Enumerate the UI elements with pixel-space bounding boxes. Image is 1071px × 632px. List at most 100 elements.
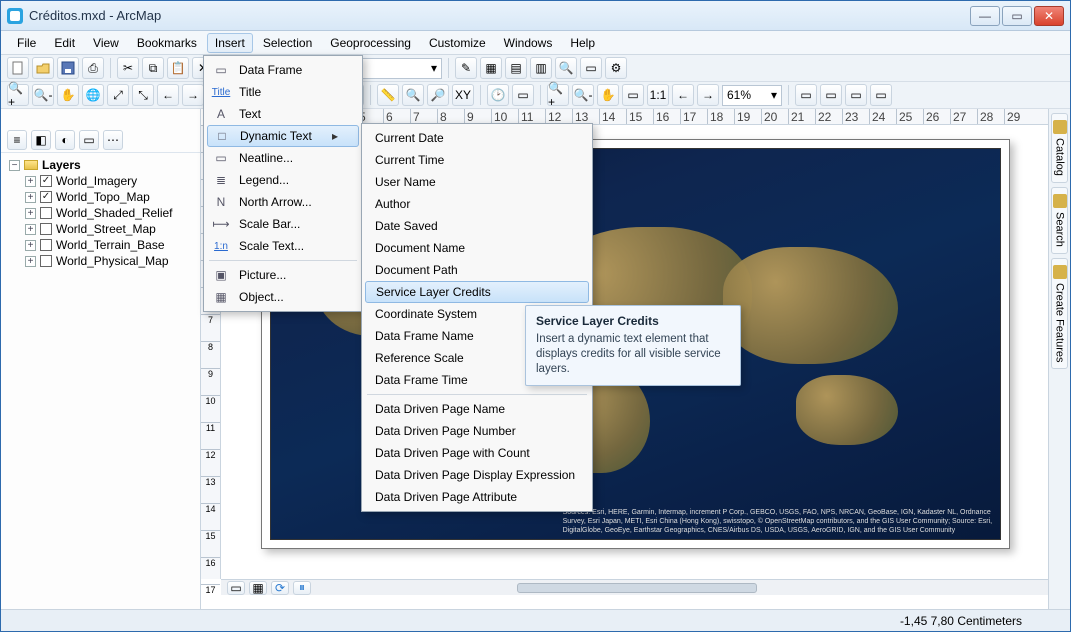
full-extent-button[interactable]: 🌐 [82,84,104,106]
table-button[interactable]: ▦ [480,57,502,79]
time-slider-button[interactable]: 🕑 [487,84,509,106]
list-by-drawing-order-button[interactable]: ≡ [7,130,27,150]
fixed-zoom-in-button[interactable]: ⤢ [107,84,129,106]
layer-row[interactable]: + World_Shaded_Relief [5,205,196,221]
find-route-button[interactable]: 🔎 [427,84,449,106]
expand-icon[interactable]: + [25,240,36,251]
focus-dataframe-button[interactable]: ▭ [820,84,842,106]
submenu-item-data-driven-page-number[interactable]: Data Driven Page Number [365,420,589,442]
menu-item-scale-bar-[interactable]: ⟼ Scale Bar... [207,213,359,235]
menu-file[interactable]: File [9,33,44,53]
data-view-button[interactable]: ▭ [227,581,245,595]
submenu-item-data-driven-page-display-expression[interactable]: Data Driven Page Display Expression [365,464,589,486]
menu-item-data-frame[interactable]: ▭ Data Frame [207,59,359,81]
menu-edit[interactable]: Edit [46,33,83,53]
submenu-item-document-name[interactable]: Document Name [365,237,589,259]
layout-100-button[interactable]: 1:1 [647,84,669,106]
menu-bookmarks[interactable]: Bookmarks [129,33,205,53]
maximize-button[interactable]: ▭ [1002,6,1032,26]
menu-item-legend-[interactable]: ≣ Legend... [207,169,359,191]
copy-button[interactable]: ⧉ [142,57,164,79]
submenu-item-data-driven-page-attribute[interactable]: Data Driven Page Attribute [365,486,589,508]
layer-row[interactable]: + World_Imagery [5,173,196,189]
refresh-button[interactable]: ⟳ [271,581,289,595]
zoom-out-button[interactable]: 🔍- [32,84,54,106]
submenu-item-document-path[interactable]: Document Path [365,259,589,281]
menu-item-dynamic-text[interactable]: □ Dynamic Text ▸ [207,125,359,147]
dock-tab-search[interactable]: Search [1051,187,1068,254]
create-viewer-button[interactable]: ▭ [512,84,534,106]
submenu-item-data-driven-page-name[interactable]: Data Driven Page Name [365,398,589,420]
new-button[interactable] [7,57,29,79]
menu-item-title[interactable]: Title Title [207,81,359,103]
horizontal-scrollbar[interactable]: ▭ ▦ ⟳ ⏸ [221,579,1054,595]
layer-checkbox[interactable] [40,207,52,219]
menu-insert[interactable]: Insert [207,33,253,53]
print-button[interactable]: ⎙ [82,57,104,79]
layer-checkbox[interactable] [40,239,52,251]
layout-zoom-combo[interactable]: 61%▾ [722,85,782,106]
menu-item-north-arrow-[interactable]: N North Arrow... [207,191,359,213]
paste-button[interactable]: 📋 [167,57,189,79]
menu-item-scale-text-[interactable]: 1:n Scale Text... [207,235,359,257]
toc-button[interactable]: ▤ [505,57,527,79]
python-button[interactable]: ▭ [580,57,602,79]
cut-button[interactable]: ✂ [117,57,139,79]
list-by-source-button[interactable]: ◧ [31,130,51,150]
layer-checkbox[interactable] [40,255,52,267]
layer-row[interactable]: + World_Topo_Map [5,189,196,205]
forward-extent-button[interactable]: → [182,84,204,106]
fixed-zoom-out-button[interactable]: ⤡ [132,84,154,106]
submenu-item-current-time[interactable]: Current Time [365,149,589,171]
expand-icon[interactable]: + [25,192,36,203]
back-extent-button[interactable]: ← [157,84,179,106]
layout-zoom-out-button[interactable]: 🔍- [572,84,594,106]
expand-icon[interactable]: + [25,256,36,267]
layer-checkbox[interactable] [40,223,52,235]
menu-item-text[interactable]: A Text [207,103,359,125]
expand-icon[interactable]: + [25,208,36,219]
dock-tab-catalog[interactable]: Catalog [1051,113,1068,183]
layout-forward-button[interactable]: → [697,84,719,106]
toc-options-button[interactable]: ⋯ [103,130,123,150]
submenu-item-service-layer-credits[interactable]: Service Layer Credits [365,281,589,303]
layout-view-button[interactable]: ▦ [249,581,267,595]
toggle-draft-button[interactable]: ▭ [795,84,817,106]
layer-row[interactable]: + World_Physical_Map [5,253,196,269]
search-button[interactable]: 🔍 [555,57,577,79]
layout-back-button[interactable]: ← [672,84,694,106]
menu-selection[interactable]: Selection [255,33,320,53]
minimize-button[interactable]: — [970,6,1000,26]
save-button[interactable] [57,57,79,79]
layer-row[interactable]: + World_Street_Map [5,221,196,237]
submenu-item-data-driven-page-with-count[interactable]: Data Driven Page with Count [365,442,589,464]
pan-button[interactable]: ✋ [57,84,79,106]
submenu-item-current-date[interactable]: Current Date [365,127,589,149]
goto-xy-button[interactable]: XY [452,84,474,106]
close-button[interactable]: ✕ [1034,6,1064,26]
submenu-item-author[interactable]: Author [365,193,589,215]
zoom-in-button[interactable]: 🔍+ [7,84,29,106]
measure-button[interactable]: 📏 [377,84,399,106]
expand-icon[interactable]: + [25,176,36,187]
tree-root[interactable]: − Layers [5,157,196,173]
menu-customize[interactable]: Customize [421,33,494,53]
open-button[interactable] [32,57,54,79]
layer-checkbox[interactable] [40,175,52,187]
layout-pan-button[interactable]: ✋ [597,84,619,106]
submenu-item-date-saved[interactable]: Date Saved [365,215,589,237]
dock-tab-create-features[interactable]: Create Features [1051,258,1068,369]
catalog-button[interactable]: ▥ [530,57,552,79]
list-by-visibility-button[interactable]: ◐ [55,130,75,150]
collapse-icon[interactable]: − [9,160,20,171]
layout-whole-page-button[interactable]: ▭ [622,84,644,106]
model-builder-button[interactable]: ⚙ [605,57,627,79]
expand-icon[interactable]: + [25,224,36,235]
menu-windows[interactable]: Windows [496,33,561,53]
editor-toolbar-button[interactable]: ✎ [455,57,477,79]
scrollbar-thumb[interactable] [517,583,757,593]
menu-help[interactable]: Help [562,33,603,53]
pause-button[interactable]: ⏸ [293,581,311,595]
menu-item-object-[interactable]: ▦ Object... [207,286,359,308]
change-layout-button[interactable]: ▭ [845,84,867,106]
